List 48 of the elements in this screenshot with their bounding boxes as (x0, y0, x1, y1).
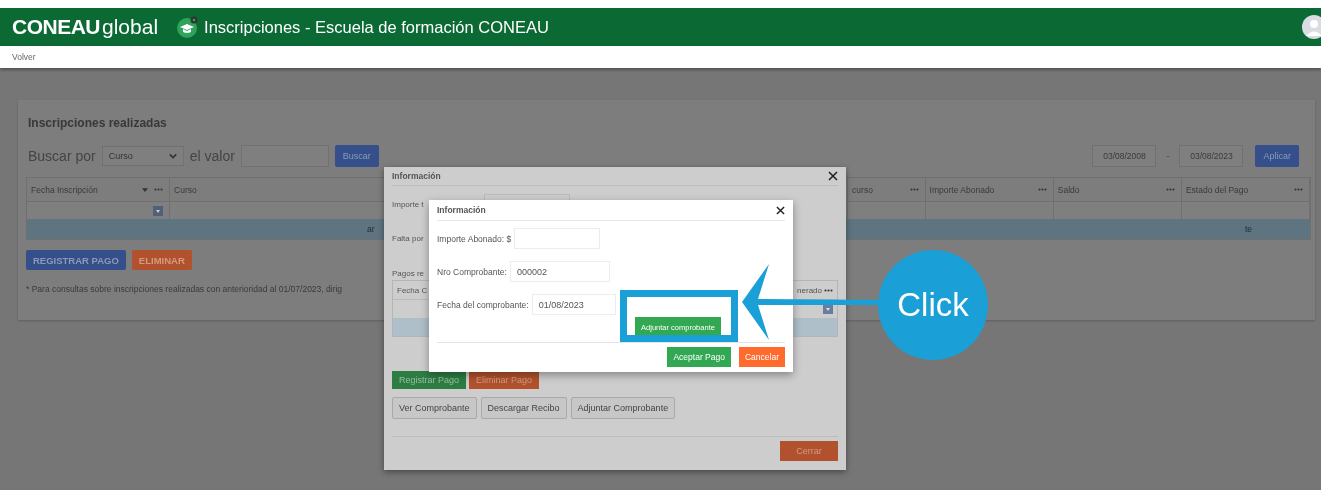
column-menu-icon[interactable] (824, 288, 833, 292)
field-label: Importe Abonado: $ (437, 233, 512, 244)
search-by-select[interactable]: Curso (101, 146, 184, 166)
document-button[interactable]: Adjuntar Comprobante (570, 397, 676, 419)
logo: CONEAUglobal (12, 15, 159, 39)
date-to-field[interactable]: 03/08/2023 (1179, 145, 1244, 167)
dialog-title: Información (437, 205, 486, 215)
dialog-button[interactable]: Cancelar (738, 346, 785, 367)
value-label: el valor (189, 148, 235, 164)
action-button[interactable]: ELIMINAR (131, 250, 192, 270)
column-header[interactable]: nerado (797, 285, 822, 295)
search-button[interactable]: Buscar (334, 145, 379, 167)
section-title: Inscripciones realizadas (28, 116, 168, 130)
dialog-button[interactable]: Aceptar Pago (667, 346, 731, 367)
filter-cell[interactable] (1181, 201, 1310, 219)
field-label: Fecha del comprobante: (437, 299, 529, 310)
close-button[interactable]: Cerrar (780, 441, 838, 461)
filter-dropdown-icon[interactable] (153, 205, 163, 216)
filter-cell[interactable] (848, 201, 926, 219)
input-field[interactable]: 01/08/2023 (531, 294, 616, 315)
date-separator: - (1166, 151, 1170, 161)
date-from-field[interactable]: 03/08/2008 (1092, 145, 1157, 167)
filter-dropdown-icon[interactable] (823, 304, 833, 314)
apply-button[interactable]: Aplicar (1255, 145, 1299, 167)
filter-cell[interactable] (1053, 201, 1182, 219)
user-avatar-icon[interactable] (1301, 14, 1321, 40)
document-button[interactable]: Descargar Recibo (480, 397, 567, 419)
group-row-text: ar (367, 224, 375, 234)
field-label: Nro Comprobante: (437, 266, 507, 277)
section-label: Pagos re (392, 268, 425, 278)
filter-cell[interactable] (925, 201, 1054, 219)
column-header[interactable]: Fecha C (397, 285, 428, 295)
group-row-text: te (1244, 224, 1252, 234)
dialog-title: Información (392, 171, 441, 181)
field-label: Importe t (392, 199, 424, 209)
close-icon[interactable] (828, 171, 838, 181)
input-field[interactable]: 000002 (509, 261, 610, 282)
document-button[interactable]: Ver Comprobante (392, 397, 477, 419)
action-button[interactable]: Registrar Pago (392, 371, 467, 389)
filter-cell[interactable] (27, 201, 170, 219)
action-button[interactable]: REGISTRAR PAGO (26, 250, 126, 270)
chevron-down-icon[interactable] (168, 153, 177, 159)
back-link[interactable]: Volver (12, 52, 36, 62)
page-title: Inscripciones - Escuela de formación CONEAU (204, 17, 549, 37)
close-icon[interactable] (776, 205, 785, 215)
sort-caret-icon[interactable] (142, 187, 149, 192)
search-label: Buscar por (28, 148, 96, 164)
field-label: Falta por (392, 233, 424, 243)
